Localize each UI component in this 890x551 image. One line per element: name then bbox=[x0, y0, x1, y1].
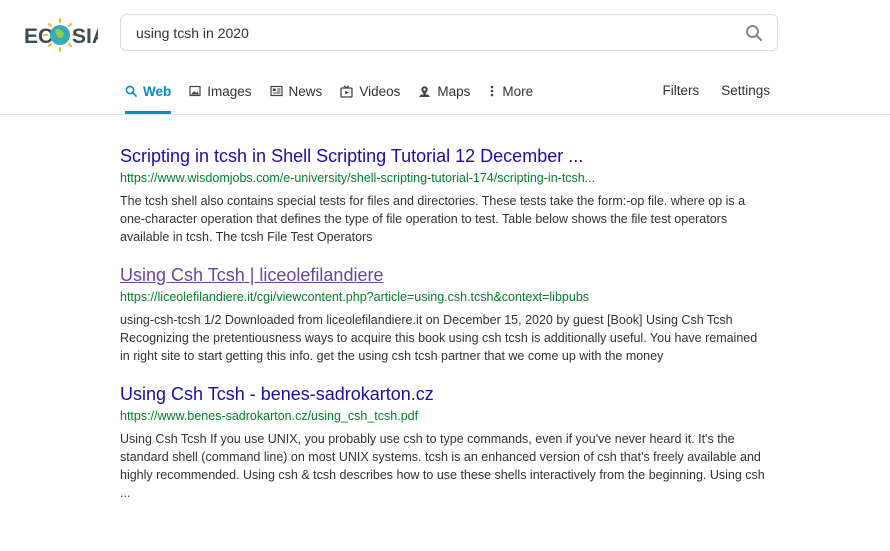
search-box bbox=[120, 14, 778, 51]
more-vertical-icon bbox=[491, 85, 494, 97]
result-snippet: Using Csh Tcsh If you use UNIX, you prob… bbox=[120, 432, 765, 500]
search-result: Using Csh Tcsh - benes-sadrokarton.cz ht… bbox=[120, 384, 770, 502]
map-pin-icon bbox=[419, 85, 431, 97]
image-icon bbox=[189, 85, 201, 97]
search-icon[interactable] bbox=[745, 24, 763, 42]
tab-maps[interactable]: Maps bbox=[418, 76, 470, 106]
search-tabs: Web Images News Videos Maps More bbox=[125, 76, 551, 114]
ecosia-logo[interactable]: EC SIA bbox=[24, 8, 107, 58]
result-url[interactable]: https://www.wisdomjobs.com/e-university/… bbox=[120, 171, 770, 186]
logo-text-left: EC bbox=[24, 25, 53, 48]
search-result: Scripting in tcsh in Shell Scripting Tut… bbox=[120, 146, 770, 246]
search-input[interactable] bbox=[136, 15, 716, 50]
tab-images[interactable]: Images bbox=[189, 76, 252, 106]
result-title-link[interactable]: Scripting in tcsh in Shell Scripting Tut… bbox=[120, 146, 770, 166]
tab-videos-label: Videos bbox=[359, 83, 401, 99]
tab-news-label: News bbox=[288, 83, 323, 99]
search-icon bbox=[125, 85, 137, 97]
tab-more[interactable]: More bbox=[488, 76, 533, 106]
result-title-link[interactable]: Using Csh Tcsh - benes-sadrokarton.cz bbox=[120, 384, 770, 404]
settings-link[interactable]: Settings bbox=[721, 83, 770, 98]
filters-link[interactable]: Filters bbox=[662, 83, 699, 98]
newspaper-icon bbox=[269, 85, 283, 97]
tab-news[interactable]: News bbox=[269, 76, 323, 106]
video-icon bbox=[340, 84, 353, 98]
logo-text-right: SIA bbox=[72, 25, 98, 48]
result-snippet: using-csh-tcsh 1/2 Downloaded from liceo… bbox=[120, 313, 758, 363]
tab-web[interactable]: Web bbox=[125, 76, 172, 114]
tab-videos[interactable]: Videos bbox=[340, 76, 400, 106]
tab-web-label: Web bbox=[143, 83, 172, 99]
tab-images-label: Images bbox=[207, 83, 252, 99]
result-url[interactable]: https://liceolefilandiere.it/cgi/viewcon… bbox=[120, 290, 770, 305]
search-results: Scripting in tcsh in Shell Scripting Tut… bbox=[120, 146, 770, 521]
search-result: Using Csh Tcsh | liceolefilandiere https… bbox=[120, 265, 770, 365]
header: EC SIA Web I bbox=[0, 0, 890, 115]
result-snippet: The tcsh shell also contains special tes… bbox=[120, 194, 746, 244]
result-url[interactable]: https://www.benes-sadrokarton.cz/using_c… bbox=[120, 409, 770, 424]
tab-maps-label: Maps bbox=[437, 83, 471, 99]
tab-more-label: More bbox=[502, 83, 534, 99]
result-title-link[interactable]: Using Csh Tcsh | liceolefilandiere bbox=[120, 265, 770, 285]
header-links: Filters Settings bbox=[640, 83, 770, 98]
